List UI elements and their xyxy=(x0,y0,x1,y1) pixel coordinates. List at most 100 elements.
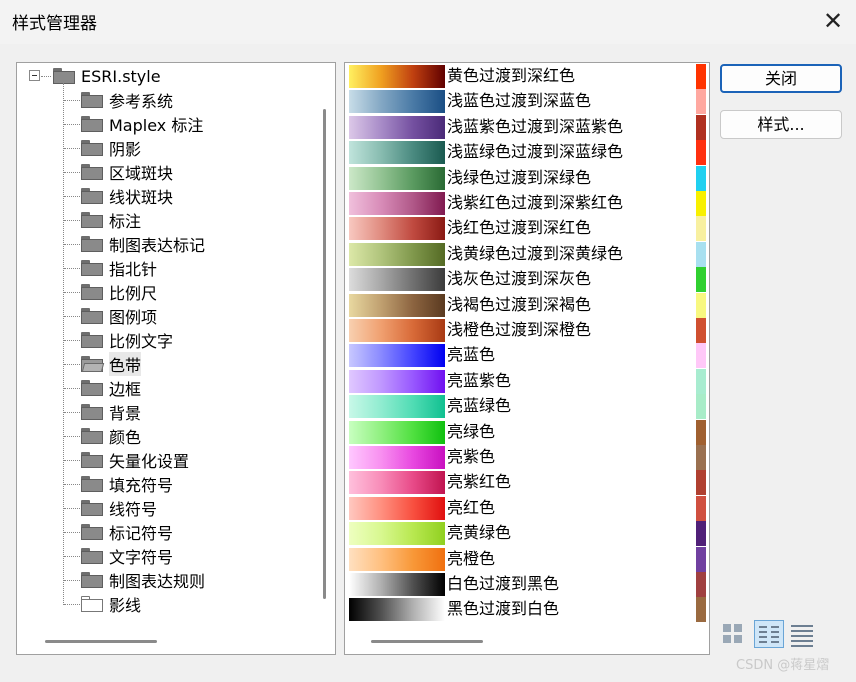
color-swatch xyxy=(696,114,706,140)
color-swatch xyxy=(696,495,706,521)
folder-icon xyxy=(81,572,103,588)
close-icon[interactable]: ✕ xyxy=(818,6,848,36)
color-ramp-label: 浅蓝紫色过渡到深蓝紫色 xyxy=(447,116,624,136)
color-ramp-item[interactable]: 浅紫红色过渡到深紫红色 xyxy=(347,191,703,216)
close-button[interactable]: 关闭 xyxy=(720,64,842,93)
tree-item[interactable]: 标记符号 xyxy=(81,520,173,544)
tree-item[interactable]: 线状斑块 xyxy=(81,184,173,208)
color-ramp-swatch xyxy=(349,141,445,165)
color-ramp-item[interactable]: 亮黄绿色 xyxy=(347,521,703,546)
tree-item-label: 影线 xyxy=(109,596,142,615)
tree-item[interactable]: 颜色 xyxy=(81,424,141,448)
folder-icon xyxy=(81,140,103,156)
color-ramp-item[interactable]: 浅褐色过渡到深褐色 xyxy=(347,293,703,318)
tree-item[interactable]: 阴影 xyxy=(81,136,141,160)
collapse-toggle-icon[interactable] xyxy=(29,70,40,81)
folder-icon xyxy=(81,212,103,228)
folder-icon xyxy=(81,332,103,348)
tree-item[interactable]: 线符号 xyxy=(81,496,157,520)
details-view-icon[interactable] xyxy=(789,621,815,647)
tree-item-label: 参考系统 xyxy=(109,92,174,111)
color-ramp-item[interactable]: 浅黄绿色过渡到深黄绿色 xyxy=(347,242,703,267)
color-ramp-item[interactable]: 亮绿色 xyxy=(347,420,703,445)
tree-item[interactable]: 制图表达标记 xyxy=(81,232,205,256)
folder-icon xyxy=(81,548,103,564)
color-ramp-item[interactable]: 浅绿色过渡到深绿色 xyxy=(347,166,703,191)
window-title: 样式管理器 xyxy=(12,14,97,34)
tree-item[interactable]: 参考系统 xyxy=(81,88,173,112)
tree-root[interactable]: ESRI.style xyxy=(53,64,161,88)
color-ramp-label: 浅黄绿色过渡到深黄绿色 xyxy=(447,243,624,263)
color-ramp-item[interactable]: 浅灰色过渡到深灰色 xyxy=(347,267,703,292)
color-swatch xyxy=(696,470,706,496)
folder-icon xyxy=(81,428,103,444)
list-view-icon[interactable] xyxy=(754,620,784,648)
color-ramp-swatch xyxy=(349,598,445,622)
tree-item[interactable]: 文字符号 xyxy=(81,544,173,568)
folder-icon xyxy=(81,116,103,132)
tree-item[interactable]: 矢量化设置 xyxy=(81,448,189,472)
color-ramp-swatch xyxy=(349,496,445,520)
tree-item-label: 比例尺 xyxy=(109,284,158,303)
tree-item-label: 矢量化设置 xyxy=(109,452,190,471)
folder-icon xyxy=(81,188,103,204)
tree-item[interactable]: 色带 xyxy=(81,352,142,376)
list-horizontal-scrollbar[interactable] xyxy=(371,640,483,643)
color-ramp-item[interactable]: 亮蓝绿色 xyxy=(347,394,703,419)
tree-item[interactable]: 区域斑块 xyxy=(81,160,173,184)
tree-item[interactable]: 填充符号 xyxy=(81,472,173,496)
color-ramp-item[interactable]: 浅蓝绿色过渡到深蓝绿色 xyxy=(347,140,703,165)
color-ramp-label: 浅蓝色过渡到深蓝色 xyxy=(447,91,592,111)
tree-item[interactable]: 标注 xyxy=(81,208,141,232)
color-ramp-label: 亮蓝色 xyxy=(447,345,496,365)
tree-item-label: 指北针 xyxy=(109,260,158,279)
color-ramp-label: 黑色过渡到白色 xyxy=(447,599,560,619)
watermark: CSDN @蒋星熠 xyxy=(736,658,830,673)
tree-item[interactable]: 比例文字 xyxy=(81,328,173,352)
color-ramp-label: 浅红色过渡到深红色 xyxy=(447,218,592,238)
tree-item[interactable]: 图例项 xyxy=(81,304,157,328)
color-ramp-item[interactable]: 亮蓝紫色 xyxy=(347,369,703,394)
styles-button[interactable]: 样式... xyxy=(720,110,842,139)
tree-horizontal-scrollbar[interactable] xyxy=(45,640,157,643)
color-ramp-swatch xyxy=(349,268,445,292)
tree-connector xyxy=(64,436,80,437)
tree-item[interactable]: 制图表达规则 xyxy=(81,568,205,592)
tree-item[interactable]: 比例尺 xyxy=(81,280,157,304)
large-icons-view-icon[interactable] xyxy=(720,621,746,647)
color-ramp-item[interactable]: 浅蓝色过渡到深蓝色 xyxy=(347,89,703,114)
color-ramp-item[interactable]: 浅蓝紫色过渡到深蓝紫色 xyxy=(347,115,703,140)
tree-item[interactable]: Maplex 标注 xyxy=(81,112,203,136)
tree-item[interactable]: 边框 xyxy=(81,376,141,400)
color-ramp-item[interactable]: 亮红色 xyxy=(347,496,703,521)
color-ramp-swatch xyxy=(349,395,445,419)
color-swatch xyxy=(696,140,706,166)
tree-vertical-scrollbar[interactable] xyxy=(323,109,326,599)
color-ramp-label: 浅紫红色过渡到深紫红色 xyxy=(447,193,624,212)
color-ramp-item[interactable]: 浅橙色过渡到深橙色 xyxy=(347,318,703,343)
color-ramp-item[interactable]: 白色过渡到黑色 xyxy=(347,572,703,597)
color-ramp-swatch xyxy=(349,573,445,596)
color-ramp-swatch xyxy=(349,166,445,190)
color-ramp-item[interactable]: 亮紫色 xyxy=(347,445,703,470)
color-ramp-item[interactable]: 亮紫红色 xyxy=(347,470,703,495)
color-ramp-item[interactable]: 亮蓝色 xyxy=(347,343,703,368)
color-ramp-item[interactable]: 浅红色过渡到深红色 xyxy=(347,216,703,241)
tree-item-label: 文字符号 xyxy=(109,548,174,567)
color-swatch xyxy=(696,267,706,293)
color-ramp-swatch xyxy=(349,344,445,368)
color-ramp-item[interactable]: 亮橙色 xyxy=(347,547,703,572)
color-ramp-label: 亮蓝紫色 xyxy=(447,370,512,390)
color-ramp-item[interactable]: 黄色过渡到深红色 xyxy=(347,64,703,89)
tree-connector xyxy=(64,340,80,341)
tree-item[interactable]: 背景 xyxy=(81,400,141,424)
color-ramp-list-panel[interactable]: 黄色过渡到深红色 浅蓝色过渡到深蓝色 浅蓝紫色过渡到深蓝紫色 浅蓝绿色过渡到深蓝绿色浅… xyxy=(344,62,710,655)
tree-item[interactable]: 指北针 xyxy=(81,256,157,280)
color-ramp-swatch xyxy=(349,547,445,571)
style-tree-panel[interactable]: ESRI.style 参考系统 Maplex 标注 阴影 区域斑块 线状斑块 标注 制图表达… xyxy=(16,62,336,655)
style-tree: ESRI.style 参考系统 Maplex 标注 阴影 区域斑块 线状斑块 标注 制图表达… xyxy=(17,63,317,623)
color-ramp-label: 浅灰色过渡到深灰色 xyxy=(447,269,592,289)
tree-item-label: 色带 xyxy=(109,352,142,376)
color-ramp-item[interactable]: 黑色过渡到白色 xyxy=(347,597,703,622)
tree-item[interactable]: 影线 xyxy=(81,592,141,616)
